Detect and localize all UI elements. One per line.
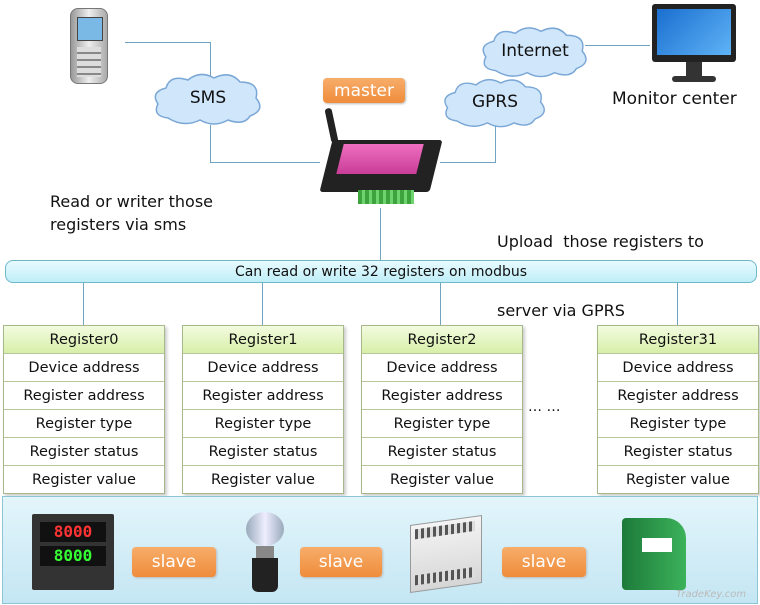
register-field: Register value [32, 471, 136, 488]
ellipsis: … … [528, 399, 561, 415]
gsm-rtu-device-icon [318, 107, 443, 210]
mobile-phone-icon [70, 8, 108, 84]
register-field: Device address [183, 354, 343, 382]
sms-note-line: Read or writer those [50, 192, 214, 211]
slave-tag: slave [502, 547, 586, 577]
register-title: Register1 [183, 326, 343, 354]
master-tag: master [323, 78, 405, 103]
register-field: Register type [183, 410, 343, 438]
internet-label: Internet [501, 41, 569, 61]
gprs-cloud: GPRS [438, 72, 552, 132]
level-sensor-icon [242, 512, 288, 592]
register-table: Register1 Device address Register addres… [182, 325, 344, 494]
connector [83, 281, 84, 325]
register-field: Register type [4, 410, 164, 438]
sms-note-line: registers via sms [50, 215, 187, 234]
sms-label: SMS [189, 88, 227, 108]
register-field: Register address [362, 382, 522, 410]
gprs-note-line: server via GPRS [497, 301, 625, 320]
modbus-bus: Can read or write 32 registers on modbus [5, 260, 757, 283]
bus-label: Can read or write 32 registers on modbus [234, 263, 528, 280]
register-field: Register value [390, 471, 494, 488]
register-title: Register0 [4, 326, 164, 354]
register-field: Register address [4, 382, 164, 410]
register-field: Register address [598, 382, 758, 410]
slave-tag: slave [132, 547, 216, 577]
register-title: Register31 [598, 326, 758, 354]
register-table: Register0 Device address Register addres… [3, 325, 165, 494]
register-field: Register value [211, 471, 315, 488]
register-table: Register2 Device address Register addres… [361, 325, 523, 494]
sms-cloud: SMS [148, 68, 268, 128]
register-field: Register type [598, 410, 758, 438]
watermark: TradeKey.com [676, 589, 747, 600]
sms-note: Read or writer those registers via sms [50, 190, 213, 236]
connector [262, 281, 263, 325]
register-field: Register status [183, 438, 343, 466]
register-field: Device address [4, 354, 164, 382]
connector [585, 45, 650, 46]
diagram: SMS Internet GPRS Monitor center master … [0, 0, 760, 605]
register-field: Register address [183, 382, 343, 410]
register-field: Device address [362, 354, 522, 382]
gprs-note-line: Upload those registers to [497, 232, 704, 251]
connector [210, 125, 211, 162]
temperature-controller-icon: 8000 8000 [32, 514, 114, 590]
connector [440, 162, 495, 163]
connector [125, 42, 211, 43]
monitor-icon [652, 4, 738, 86]
plc-icon [410, 514, 482, 594]
register-field: Register type [362, 410, 522, 438]
register-field: Register status [362, 438, 522, 466]
slave-tag: slave [300, 547, 382, 577]
connector [380, 208, 381, 260]
register-table: Register31 Device address Register addre… [597, 325, 759, 494]
connector [440, 281, 441, 325]
gprs-label: GPRS [471, 92, 519, 112]
register-field: Device address [598, 354, 758, 382]
connector [210, 162, 320, 163]
register-field: Register status [4, 438, 164, 466]
register-field: Register value [626, 471, 730, 488]
monitor-center-label: Monitor center [612, 89, 737, 109]
register-field: Register status [598, 438, 758, 466]
register-title: Register2 [362, 326, 522, 354]
signal-module-icon [622, 518, 686, 590]
